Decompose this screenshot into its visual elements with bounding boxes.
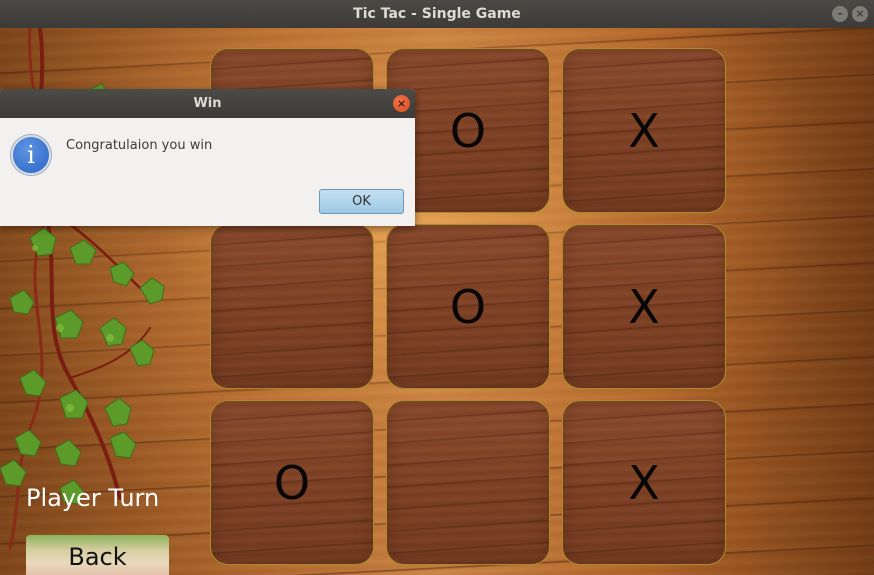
info-icon: i [11, 135, 51, 175]
board-cell-9[interactable]: X [562, 400, 726, 565]
board-cell-6[interactable]: X [562, 224, 726, 389]
player-turn-label: Player Turn [26, 484, 160, 512]
dialog-title: Win [193, 96, 222, 111]
cell-mark: X [628, 103, 660, 158]
back-button[interactable]: Back [26, 535, 169, 575]
ok-button[interactable]: OK [319, 189, 404, 214]
board-cell-5[interactable]: O [386, 224, 550, 389]
dialog-message: Congratulaion you win [66, 138, 213, 153]
board-cell-7[interactable]: O [210, 400, 374, 565]
board-cell-8[interactable] [386, 400, 550, 565]
close-icon[interactable]: × [852, 6, 868, 22]
cell-mark: O [273, 455, 311, 510]
dialog-close-icon[interactable]: × [393, 95, 410, 112]
board-cell-3[interactable]: X [562, 48, 726, 213]
window-controls: – × [832, 6, 868, 22]
window-titlebar: Tic Tac - Single Game – × [0, 0, 874, 28]
window-title: Tic Tac - Single Game [353, 6, 521, 22]
win-dialog: Win × i Congratulaion you win OK [0, 89, 415, 226]
board-cell-4[interactable] [210, 224, 374, 389]
cell-mark: X [628, 455, 660, 510]
cell-mark: X [628, 279, 660, 334]
minimize-icon[interactable]: – [832, 6, 848, 22]
cell-mark: O [449, 103, 487, 158]
cell-mark: O [449, 279, 487, 334]
dialog-titlebar: Win × [0, 89, 415, 118]
